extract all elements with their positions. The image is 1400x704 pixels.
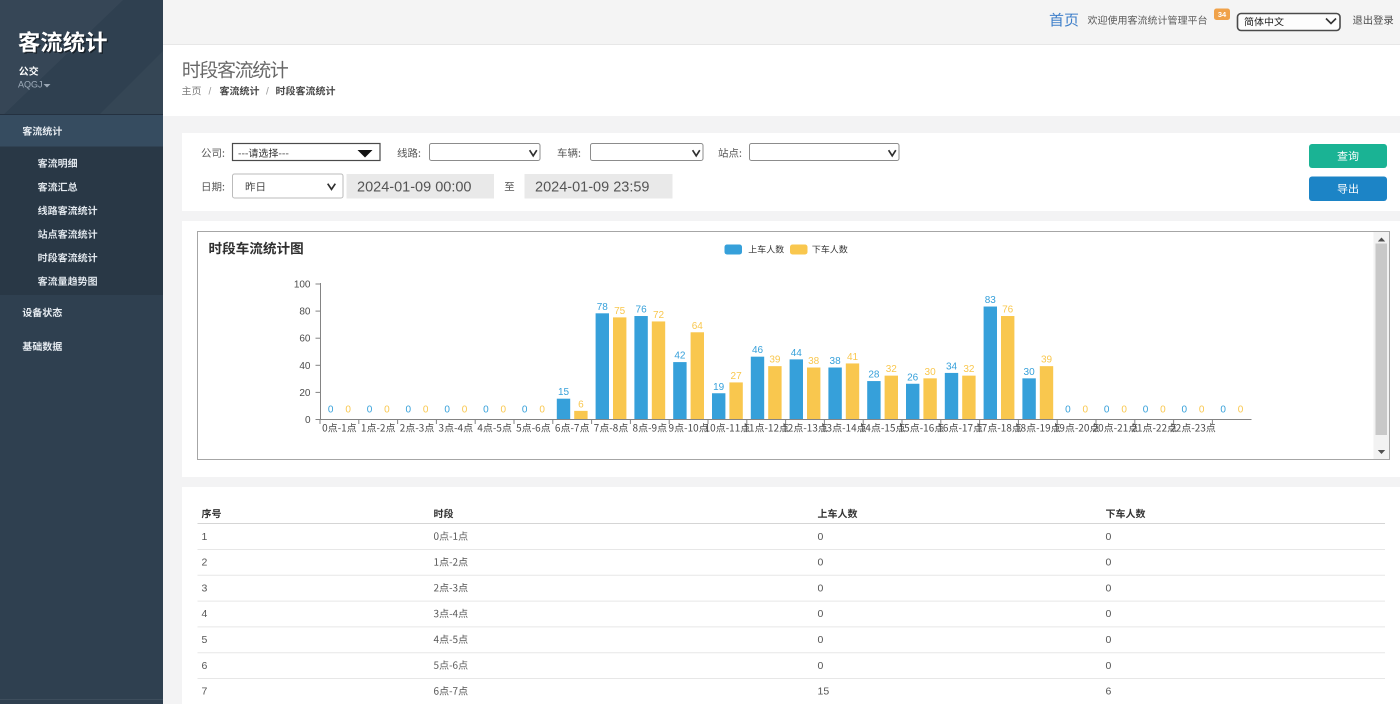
svg-text:30: 30 <box>1024 367 1036 378</box>
svg-text:5: 5 <box>202 634 208 646</box>
svg-text:39: 39 <box>769 355 781 366</box>
svg-text:0: 0 <box>1106 557 1112 569</box>
svg-text:64: 64 <box>692 321 704 332</box>
svg-text:0: 0 <box>1106 660 1112 672</box>
svg-text:0: 0 <box>539 405 545 416</box>
svg-text:76: 76 <box>1002 305 1014 316</box>
svg-text:6: 6 <box>578 399 584 410</box>
svg-text:0: 0 <box>1106 582 1112 594</box>
svg-text:4: 4 <box>202 608 208 620</box>
svg-text:0: 0 <box>1121 405 1127 416</box>
svg-text:0: 0 <box>522 405 528 416</box>
svg-text:0: 0 <box>818 531 824 543</box>
svg-text:/: / <box>266 87 269 98</box>
svg-text:0: 0 <box>1160 405 1166 416</box>
svg-text:27: 27 <box>731 371 743 382</box>
svg-text:0: 0 <box>818 634 824 646</box>
svg-text:0: 0 <box>406 405 412 416</box>
svg-text:7: 7 <box>202 686 208 698</box>
svg-text:0: 0 <box>1065 405 1071 416</box>
svg-text:1: 1 <box>202 531 208 543</box>
svg-text:42: 42 <box>674 351 686 362</box>
svg-text:0: 0 <box>1083 405 1089 416</box>
svg-text:44: 44 <box>791 348 803 359</box>
svg-text:0: 0 <box>345 405 351 416</box>
svg-text:41: 41 <box>847 352 859 363</box>
svg-text:20: 20 <box>299 388 311 399</box>
svg-text:0: 0 <box>818 660 824 672</box>
svg-text:0: 0 <box>1106 634 1112 646</box>
svg-text:72: 72 <box>653 310 665 321</box>
svg-text:76: 76 <box>636 305 648 316</box>
svg-text:0: 0 <box>501 405 507 416</box>
svg-text:0: 0 <box>1199 405 1205 416</box>
svg-text:0: 0 <box>1106 531 1112 543</box>
svg-text:0: 0 <box>1106 608 1112 620</box>
svg-text:32: 32 <box>963 364 975 375</box>
svg-text:75: 75 <box>614 306 626 317</box>
svg-text:0: 0 <box>818 582 824 594</box>
svg-text:0: 0 <box>384 405 390 416</box>
svg-text:2024-01-09 00:00: 2024-01-09 00:00 <box>357 179 472 195</box>
svg-text:39: 39 <box>1041 355 1053 366</box>
svg-text:30: 30 <box>925 367 937 378</box>
svg-text:0: 0 <box>328 405 334 416</box>
svg-text:40: 40 <box>299 361 311 372</box>
svg-text:100: 100 <box>294 280 311 291</box>
svg-text:28: 28 <box>868 370 880 381</box>
svg-text:3: 3 <box>202 582 208 594</box>
svg-text:0: 0 <box>1238 405 1244 416</box>
svg-text:15: 15 <box>558 387 570 398</box>
svg-text:0: 0 <box>1143 405 1149 416</box>
svg-text:0: 0 <box>818 608 824 620</box>
svg-text:60: 60 <box>299 334 311 345</box>
svg-text:34: 34 <box>946 361 958 372</box>
svg-text:80: 80 <box>299 307 311 318</box>
svg-text:0: 0 <box>305 415 311 426</box>
svg-text:0: 0 <box>462 405 468 416</box>
svg-text:34: 34 <box>1218 10 1227 19</box>
svg-text:AQGJ: AQGJ <box>18 79 43 89</box>
svg-text:15: 15 <box>818 686 830 698</box>
svg-text:38: 38 <box>830 356 842 367</box>
svg-text:83: 83 <box>985 295 997 306</box>
svg-text:32: 32 <box>886 364 898 375</box>
svg-text:19: 19 <box>713 382 725 393</box>
svg-text:0: 0 <box>1182 405 1188 416</box>
svg-text:0: 0 <box>818 557 824 569</box>
svg-text:46: 46 <box>752 345 764 356</box>
svg-text:2: 2 <box>202 557 208 569</box>
svg-text:2024-01-09 23:59: 2024-01-09 23:59 <box>535 179 650 195</box>
svg-text:0: 0 <box>423 405 429 416</box>
svg-text:0: 0 <box>1220 405 1226 416</box>
svg-text:0: 0 <box>367 405 373 416</box>
svg-text:26: 26 <box>907 372 919 383</box>
svg-text:0: 0 <box>1104 405 1110 416</box>
svg-text:6: 6 <box>1106 686 1112 698</box>
svg-text:0: 0 <box>444 405 450 416</box>
svg-text:6: 6 <box>202 660 208 672</box>
svg-text:/: / <box>209 87 212 98</box>
svg-text:38: 38 <box>808 356 820 367</box>
svg-text:0: 0 <box>483 405 489 416</box>
svg-text:78: 78 <box>597 302 609 313</box>
